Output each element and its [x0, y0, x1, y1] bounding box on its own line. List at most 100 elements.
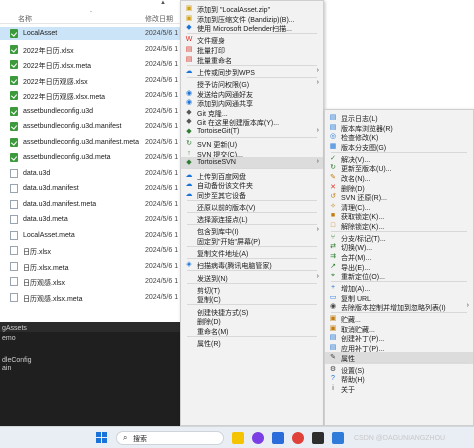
- about-icon: i: [332, 384, 334, 392]
- properties-icon: ✎: [330, 353, 336, 361]
- submenu-arrow-icon: ›: [316, 127, 319, 134]
- file-icon: [10, 184, 18, 193]
- shield-icon: ◆: [186, 24, 192, 32]
- tencent-icon: ◈: [186, 261, 192, 269]
- file-date: 2024/5/6 1: [145, 154, 179, 161]
- file-name: assetbundleconfig.u3d.meta: [23, 154, 111, 161]
- menu-item[interactable]: i 关于: [325, 383, 473, 395]
- rename-icon: ▤: [185, 55, 193, 63]
- unity-icon[interactable]: [312, 432, 324, 444]
- svn-file-icon: [10, 29, 18, 38]
- submenu-arrow-icon: ›: [316, 66, 319, 74]
- watermark: CSDN @DAGUNIANGZHOU: [354, 435, 446, 442]
- app-icon[interactable]: [252, 432, 264, 444]
- file-name: 2022年日历观感.xlsx.meta: [23, 94, 106, 101]
- file-date: 2024/5/6 1: [145, 92, 179, 99]
- blank-icon: [185, 274, 193, 282]
- file-name: data.u3d: [23, 169, 51, 177]
- file-name: 2022年日历观感.xlsx: [23, 78, 88, 86]
- store-icon[interactable]: [272, 432, 284, 444]
- blank-icon: [185, 249, 193, 257]
- column-date-header[interactable]: 修改日期: [145, 14, 173, 24]
- taskbar-search[interactable]: ⌕ 搜索: [116, 431, 224, 445]
- sort-arrow-icon: ˆ: [90, 12, 92, 18]
- column-header: 名称 ˆ 修改日期: [0, 12, 190, 24]
- file-name: 2022年日历.xlsx: [23, 47, 74, 55]
- svn-file-icon: [10, 91, 18, 100]
- app-icon[interactable]: [332, 432, 344, 444]
- file-date: 2024/5/6 1: [145, 247, 179, 254]
- relocate-icon: ⌖: [331, 272, 335, 280]
- file-date: 2024/5/6 1: [145, 123, 179, 130]
- svn-file-icon: [10, 122, 18, 131]
- submenu-arrow-icon: ›: [316, 158, 319, 166]
- file-name: 日历观感.xlsx.meta: [23, 295, 83, 303]
- file-icon: [10, 277, 18, 286]
- file-date: 2024/5/6 1: [145, 45, 179, 53]
- file-row[interactable]: data.u3d.manifest 2024/5/6 1: [0, 182, 190, 195]
- file-name: data.u3d.manifest.meta: [23, 200, 97, 208]
- file-name: data.u3d.meta: [23, 216, 68, 223]
- blank-icon: [185, 339, 193, 347]
- column-name-header[interactable]: 名称: [18, 14, 32, 24]
- file-name: 日历.xlsx.meta: [23, 264, 69, 272]
- file-row[interactable]: 2022年日历.xlsx 2024/5/6 1: [0, 43, 190, 56]
- svn-file-icon: [10, 106, 18, 116]
- file-row[interactable]: 2022年日历.xlsx.meta 2024/5/6 1: [0, 58, 190, 71]
- submenu-arrow-icon: ›: [316, 272, 319, 280]
- file-date: 2024/5/6 1: [145, 107, 179, 115]
- file-name: 日历.xlsx: [23, 249, 51, 256]
- file-name: assetbundleconfig.u3d: [23, 107, 94, 115]
- file-row[interactable]: 日历观感.xlsx.meta 2024/5/6 1: [0, 291, 190, 304]
- windows-start-icon[interactable]: [96, 432, 108, 444]
- menu-item-label: TortoiseGit(T): [197, 128, 240, 135]
- cloud-icon: ☁: [185, 67, 193, 75]
- file-row[interactable]: data.u3d 2024/5/6 1: [0, 167, 190, 180]
- tortoisegit-icon: ◆: [186, 128, 192, 135]
- submenu-arrow-icon: ›: [466, 302, 469, 310]
- file-name: 日历观感.xlsx: [23, 280, 65, 287]
- file-icon: [10, 292, 18, 302]
- menu-item-label: 关于: [341, 386, 355, 394]
- panel-line: emo: [2, 335, 16, 342]
- file-date: 2024/5/6 1: [145, 76, 179, 84]
- svn-file-icon: [10, 137, 18, 147]
- file-icon: [10, 246, 18, 255]
- chrome-icon[interactable]: [292, 432, 304, 444]
- file-explorer-icon[interactable]: [232, 432, 244, 444]
- svn-file-icon: [10, 44, 18, 54]
- svn-file-icon: [10, 75, 18, 85]
- file-date: 2024/5/6 1: [145, 216, 179, 223]
- file-date: 2024/5/6 1: [145, 61, 179, 68]
- file-row[interactable]: assetbundleconfig.u3d.meta 2024/5/6 1: [0, 151, 190, 164]
- file-row[interactable]: data.u3d.meta 2024/5/6 1: [0, 213, 190, 226]
- menu-item[interactable]: 属性(R): [181, 337, 323, 349]
- file-row[interactable]: 2022年日历观感.xlsx 2024/5/6 1: [0, 74, 190, 87]
- file-row[interactable]: data.u3d.manifest.meta 2024/5/6 1: [0, 198, 190, 211]
- file-row[interactable]: 2022年日历观感.xlsx.meta 2024/5/6 1: [0, 89, 190, 102]
- file-date: 2024/5/6 1: [145, 138, 179, 146]
- search-label: 搜索: [133, 436, 147, 443]
- file-row[interactable]: LocalAsset 2024/5/6 1: [0, 27, 190, 40]
- tortoisesvn-icon: ◆: [186, 159, 192, 167]
- file-row[interactable]: 日历观感.xlsx 2024/5/6 1: [0, 275, 190, 288]
- file-row[interactable]: LocalAsset.meta 2024/5/6 1: [0, 229, 190, 242]
- file-name: data.u3d.manifest: [23, 185, 79, 192]
- file-row[interactable]: 日历.xlsx.meta 2024/5/6 1: [0, 260, 190, 273]
- submenu-arrow-icon: ›: [316, 79, 319, 86]
- file-row[interactable]: assetbundleconfig.u3d.manifest 2024/5/6 1: [0, 120, 190, 133]
- ignore-icon: ◉: [329, 303, 337, 311]
- blank-icon: [185, 215, 193, 223]
- file-row[interactable]: assetbundleconfig.u3d 2024/5/6 1: [0, 105, 190, 118]
- tortoisesvn-submenu: ▤ 显示日志(L) ▤ 版本库浏览器(R) ◎ 检查修改(K) ▦ 版本分支图(G) ✓ 解决(V…: [324, 109, 474, 426]
- scroll-up-icon[interactable]: ▲: [160, 0, 166, 6]
- unlock-icon: □: [330, 221, 336, 229]
- menu-item-label: TortoiseSVN: [197, 159, 236, 167]
- baidu-icon: ☁: [185, 190, 193, 198]
- blank-icon: [185, 237, 193, 245]
- file-icon: [10, 168, 18, 178]
- file-row[interactable]: 日历.xlsx 2024/5/6 1: [0, 244, 190, 257]
- file-row[interactable]: assetbundleconfig.u3d.manifest.meta 2024/…: [0, 136, 190, 149]
- file-date: 2024/5/6 1: [145, 200, 179, 208]
- file-date: 2024/5/6 1: [145, 185, 179, 192]
